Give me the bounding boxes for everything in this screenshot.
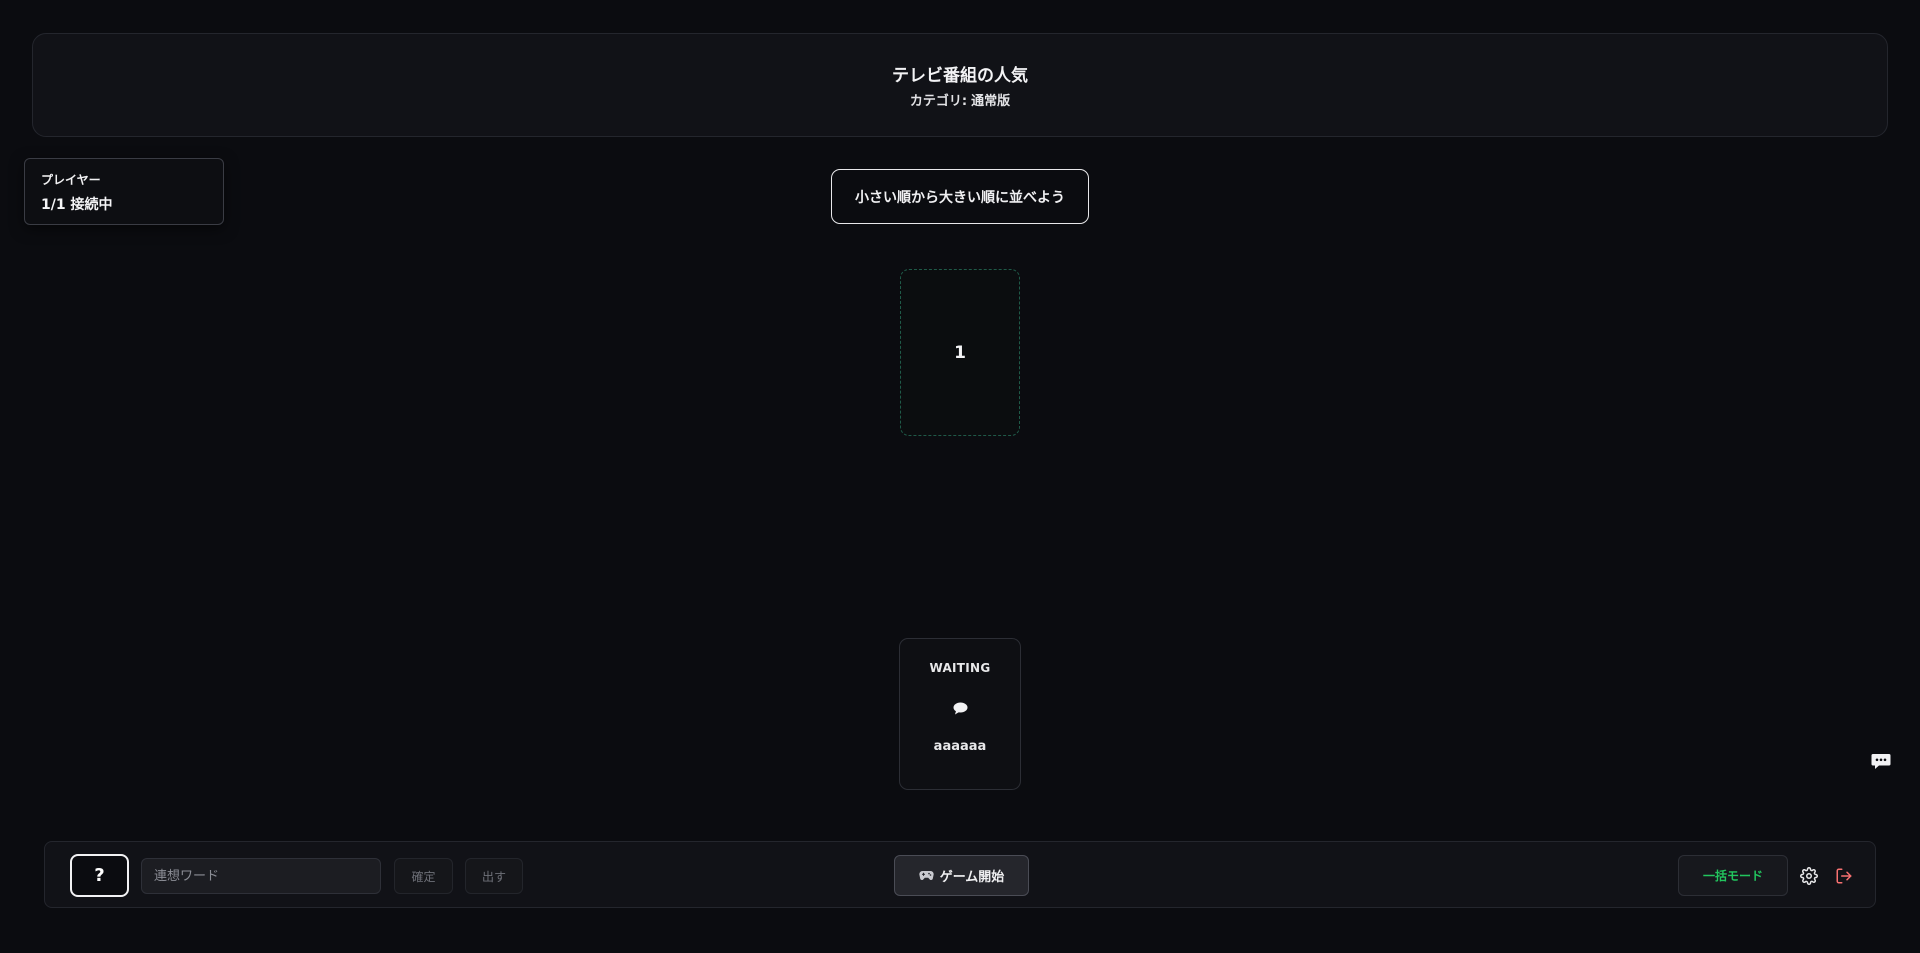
players-label: プレイヤー bbox=[41, 173, 101, 187]
help-button[interactable]: ? bbox=[70, 854, 129, 897]
topic-title: テレビ番組の人気 bbox=[892, 66, 1028, 86]
player-card[interactable]: WAITING aaaaaa bbox=[899, 638, 1021, 790]
start-game-label: ゲーム開始 bbox=[939, 870, 1005, 885]
chat-button[interactable] bbox=[1870, 751, 1892, 771]
confirm-button[interactable]: 確定 bbox=[394, 858, 453, 894]
card-slot[interactable]: 1 bbox=[900, 269, 1020, 436]
start-game-button[interactable]: ゲーム開始 bbox=[894, 855, 1029, 896]
player-name: aaaaaa bbox=[933, 739, 987, 754]
slot-number: 1 bbox=[954, 342, 966, 363]
game-screen: テレビ番組の人気 カテゴリ: 通常版 プレイヤー 1/1 接続中 小さい順から大き… bbox=[0, 0, 1920, 953]
players-status: 1/1 接続中 bbox=[41, 197, 113, 213]
player-status: WAITING bbox=[929, 661, 991, 675]
association-word-input[interactable] bbox=[141, 858, 381, 894]
topic-category: カテゴリ: 通常版 bbox=[910, 90, 1010, 109]
category-value: 通常版 bbox=[971, 94, 1011, 109]
gear-icon bbox=[1800, 867, 1818, 885]
logout-icon bbox=[1836, 868, 1852, 884]
topic-header: テレビ番組の人気 カテゴリ: 通常版 bbox=[32, 33, 1888, 137]
play-card-button[interactable]: 出す bbox=[465, 858, 523, 894]
bottom-toolbar: ? 確定 出す ゲーム開始 一括モード bbox=[44, 841, 1876, 908]
chat-icon bbox=[1871, 753, 1891, 769]
speech-bubble-icon bbox=[952, 701, 968, 715]
sort-instruction: 小さい順から大きい順に並べよう bbox=[831, 169, 1089, 224]
bulk-mode-button[interactable]: 一括モード bbox=[1678, 855, 1788, 896]
settings-button[interactable] bbox=[1797, 864, 1821, 888]
players-panel: プレイヤー 1/1 接続中 bbox=[24, 158, 224, 225]
category-label: カテゴリ: bbox=[909, 94, 968, 109]
exit-room-button[interactable] bbox=[1832, 864, 1856, 888]
gamepad-icon bbox=[919, 871, 934, 881]
